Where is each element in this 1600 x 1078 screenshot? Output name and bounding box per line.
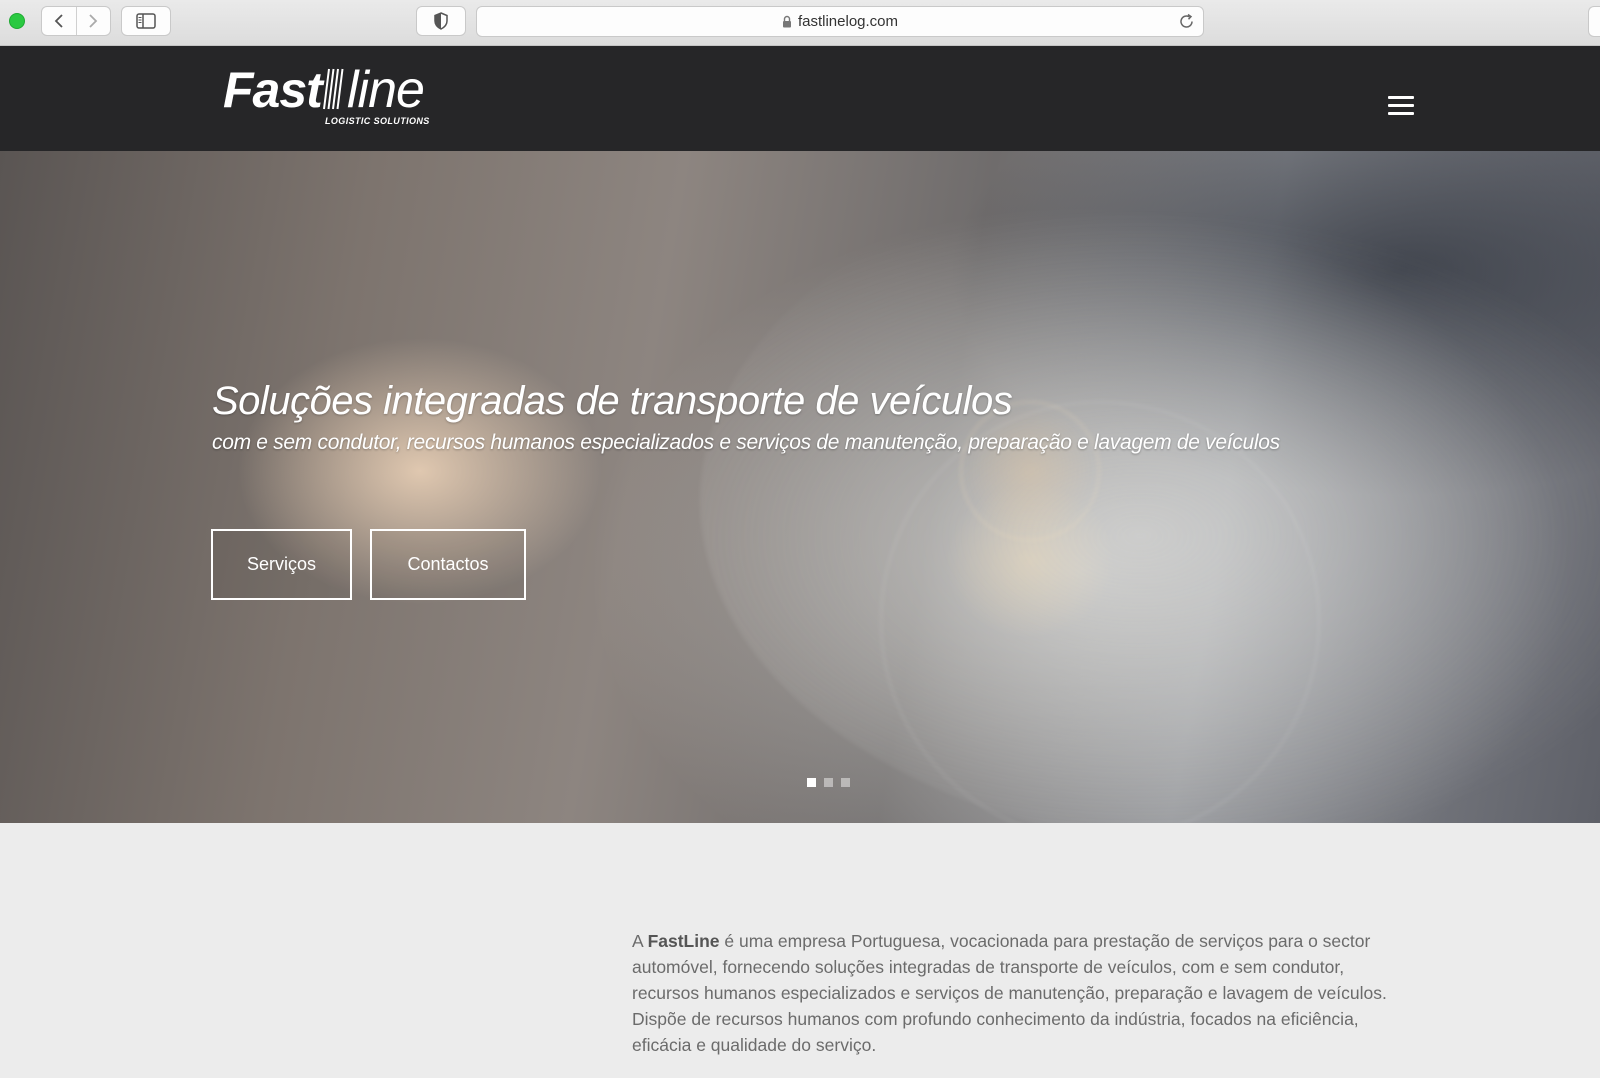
logo-wordmark-line: line <box>347 61 425 119</box>
hero-light-flare <box>880 401 1320 823</box>
lock-icon <box>782 15 791 28</box>
address-bar[interactable]: fastlinelog.com <box>476 6 1204 37</box>
history-nav <box>41 6 111 36</box>
about-line-5: eficácia e qualidade do serviço. <box>632 1035 877 1055</box>
url-text: fastlinelog.com <box>797 13 899 30</box>
sidebar-icon <box>136 13 156 29</box>
logo-wordmark-fast: Fast <box>223 62 323 118</box>
slider-pagination <box>807 778 850 787</box>
hamburger-menu-icon[interactable] <box>1388 96 1415 118</box>
hero-title: Soluções integradas de transporte de veí… <box>212 379 1013 423</box>
privacy-report-button[interactable] <box>416 6 466 36</box>
about-line-4: Dispõe de recursos humanos com profundo … <box>632 1009 1359 1029</box>
hero-slider: Soluções integradas de transporte de veí… <box>0 151 1600 823</box>
logo-tagline: LOGISTIC SOLUTIONS <box>325 116 430 126</box>
brand-name: FastLine <box>647 931 720 951</box>
shield-icon <box>434 12 448 30</box>
site-header: Fast line LOGISTIC SOLUTIONS <box>0 46 1600 151</box>
logo[interactable]: Fast line LOGISTIC SOLUTIONS <box>223 60 443 130</box>
about-line-1: A FastLine é uma empresa Portuguesa, voc… <box>632 931 1371 951</box>
about-line-3: recursos humanos especializados e serviç… <box>632 983 1387 1003</box>
chevron-left-icon <box>54 14 63 28</box>
slide-dot-2[interactable] <box>824 778 833 787</box>
about-section: A FastLine é uma empresa Portuguesa, voc… <box>0 823 1600 1078</box>
sidebar-toggle-button[interactable] <box>121 6 171 36</box>
about-paragraph: A FastLine é uma empresa Portuguesa, voc… <box>632 928 1432 1058</box>
forward-button[interactable] <box>75 7 111 35</box>
url-display: fastlinelog.com <box>477 7 1203 36</box>
slide-dot-3[interactable] <box>841 778 850 787</box>
browser-toolbar: fastlinelog.com <box>0 0 1600 46</box>
slide-dot-1[interactable] <box>807 778 816 787</box>
reload-icon[interactable] <box>1178 13 1195 30</box>
about-line-2: automóvel, fornecendo soluções integrada… <box>632 957 1345 977</box>
tab-overview-button[interactable] <box>1588 6 1600 37</box>
chevron-right-icon <box>89 14 98 28</box>
window-zoom-button[interactable] <box>9 13 25 29</box>
hero-subtitle: com e sem condutor, recursos humanos esp… <box>212 431 1280 454</box>
servicos-button[interactable]: Serviços <box>211 529 352 600</box>
back-button[interactable] <box>42 7 76 35</box>
contactos-button[interactable]: Contactos <box>370 529 526 600</box>
logo-speed-bars-icon <box>323 68 344 110</box>
